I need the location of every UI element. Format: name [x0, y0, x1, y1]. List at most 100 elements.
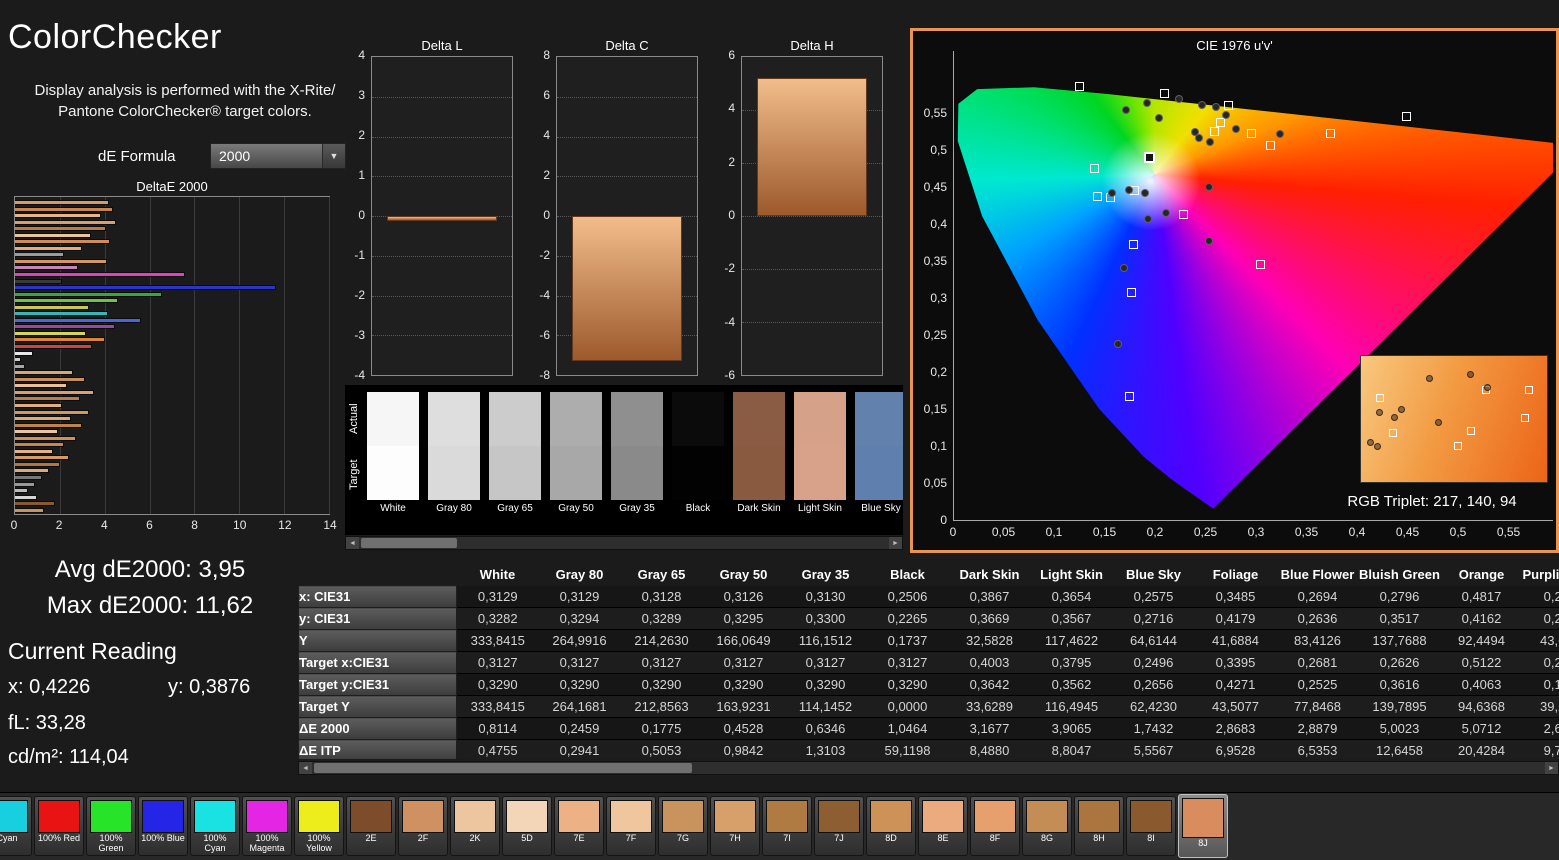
- patch-8h[interactable]: 8H: [1074, 796, 1124, 856]
- table-cell: 0,2796: [1359, 586, 1441, 608]
- current-reading-label: Current Reading: [8, 638, 177, 665]
- gridline: [372, 137, 512, 138]
- table-cell: 0,3127: [867, 652, 949, 674]
- patch-2e[interactable]: 2E: [346, 796, 396, 856]
- swatch-actual: [367, 392, 419, 446]
- scroll-left-icon[interactable]: ◄: [299, 762, 312, 774]
- swatch-label: Gray 65: [489, 503, 541, 514]
- strip-scrollbar-thumb[interactable]: [361, 538, 457, 548]
- axis-tick-label: 0,3: [913, 291, 947, 305]
- patch-8d[interactable]: 8D: [866, 796, 916, 856]
- table-scrollbar[interactable]: ◄ ►: [298, 761, 1559, 775]
- patch-2k[interactable]: 2K: [450, 796, 500, 856]
- gridline: [742, 216, 882, 217]
- patch-swatch: [766, 800, 808, 833]
- table-cell: 0,3669: [949, 608, 1031, 630]
- table-cell: 0,1775: [621, 718, 703, 740]
- inset-target-point: [1454, 442, 1462, 450]
- scroll-left-icon[interactable]: ◄: [346, 537, 359, 549]
- table-cell: 0,1737: [867, 630, 949, 652]
- deltaE-bar: [15, 265, 78, 270]
- chart-plot: [556, 56, 698, 376]
- table-cell: 0,8114: [457, 718, 539, 740]
- table-cell: 0,3127: [539, 652, 621, 674]
- patch-100-magenta[interactable]: 100% Magenta: [242, 796, 292, 856]
- table-cell: 0,4179: [1195, 608, 1277, 630]
- patch-8j[interactable]: 8J: [1178, 794, 1228, 858]
- deltaE-chart-title: DeltaE 2000: [14, 179, 330, 194]
- scroll-right-icon[interactable]: ►: [889, 537, 902, 549]
- deltaE-bar: [15, 462, 60, 467]
- axis-tick-label: 0: [937, 525, 969, 539]
- de-formula-dropdown[interactable]: 2000 ▼: [210, 143, 346, 169]
- patch-7h[interactable]: 7H: [710, 796, 760, 856]
- y-axis-ticks: 86420-2-4-6-8: [522, 56, 552, 376]
- patch-7i[interactable]: 7I: [762, 796, 812, 856]
- deltaE-bar: [15, 272, 185, 277]
- swatch-gray-80: Gray 80: [428, 392, 480, 514]
- inset-target-point: [1521, 414, 1529, 422]
- table-row: ΔE ITP0,47550,29410,50530,98421,310359,1…: [299, 740, 1559, 760]
- patch-8g[interactable]: 8G: [1022, 796, 1072, 856]
- patch-cyan[interactable]: Cyan: [0, 796, 32, 856]
- table-cell: 0,3616: [1359, 674, 1441, 696]
- deltaE-bar: [15, 508, 44, 513]
- axis-tick-label: -4: [354, 368, 365, 382]
- patch-8i[interactable]: 8I: [1126, 796, 1176, 856]
- column-header-gray-50: Gray 50: [703, 564, 785, 586]
- patch-7e[interactable]: 7E: [554, 796, 604, 856]
- table-body: x: CIE310,31290,31290,31280,31260,31300,…: [299, 586, 1559, 760]
- patch-100-blue[interactable]: 100% Blue: [138, 796, 188, 856]
- patch-swatch: [90, 800, 132, 833]
- swatch-target: [733, 446, 785, 500]
- table-cell: 5,0712: [1441, 718, 1523, 740]
- axis-tick-label: 0,4: [1341, 525, 1373, 539]
- measured-point: [1125, 186, 1133, 194]
- measured-point: [1232, 125, 1240, 133]
- patch-100-green[interactable]: 100% Green: [86, 796, 136, 856]
- patch-5d[interactable]: 5D: [502, 796, 552, 856]
- table-cell: 0,3290: [703, 674, 785, 696]
- axis-tick-label: 0,25: [1190, 525, 1222, 539]
- patch-swatch: [350, 800, 392, 833]
- axis-tick-label: 2: [358, 128, 365, 142]
- table-scrollbar-thumb[interactable]: [314, 763, 692, 773]
- axis-tick-label: 2: [543, 168, 550, 182]
- swatch-target: [794, 446, 846, 500]
- patch-7g[interactable]: 7G: [658, 796, 708, 856]
- deltaE-bar: [15, 324, 115, 329]
- y-axis-ticks: 6420-2-4-6: [707, 56, 737, 376]
- patch-100-yellow[interactable]: 100% Yellow: [294, 796, 344, 856]
- table-cell: 0,2716: [1113, 608, 1195, 630]
- scroll-right-icon[interactable]: ►: [1545, 762, 1558, 774]
- table-head: WhiteGray 80Gray 65Gray 50Gray 35BlackDa…: [299, 564, 1559, 586]
- patch-8f[interactable]: 8F: [970, 796, 1020, 856]
- patch-2f[interactable]: 2F: [398, 796, 448, 856]
- axis-tick-label: -3: [354, 328, 365, 342]
- table-cell: 0,3290: [539, 674, 621, 696]
- deltaE-bar: [15, 442, 64, 447]
- patch-7j[interactable]: 7J: [814, 796, 864, 856]
- axis-tick-label: 0,55: [913, 106, 947, 120]
- target-point: [1075, 82, 1084, 91]
- patch-7f[interactable]: 7F: [606, 796, 656, 856]
- row-label: Y: [299, 630, 457, 652]
- patch-comparison-strip: Actual Target WhiteGray 80Gray 65Gray 50…: [345, 385, 903, 535]
- patch-label: 100% Red: [35, 834, 83, 844]
- patch-label: 8I: [1127, 834, 1175, 844]
- table-cell: 0,2496: [1113, 652, 1195, 674]
- patch-100-cyan[interactable]: 100% Cyan: [190, 796, 240, 856]
- measured-point: [1143, 99, 1151, 107]
- description-line1: Display analysis is performed with the X…: [35, 82, 336, 99]
- target-point: [1266, 141, 1275, 150]
- table-cell: 0,3567: [1031, 608, 1113, 630]
- deltaE-bar: [15, 344, 92, 349]
- patch-label: 7G: [659, 834, 707, 844]
- patch-100-red[interactable]: 100% Red: [34, 796, 84, 856]
- table-cell: 0,3289: [621, 608, 703, 630]
- rgb-triplet-label: RGB Triplet: 217, 140, 94: [1311, 493, 1553, 510]
- strip-scrollbar[interactable]: ◄ ►: [345, 536, 903, 550]
- patch-8e[interactable]: 8E: [918, 796, 968, 856]
- axis-tick-label: 0,1: [1038, 525, 1070, 539]
- selected-point: [1144, 152, 1155, 163]
